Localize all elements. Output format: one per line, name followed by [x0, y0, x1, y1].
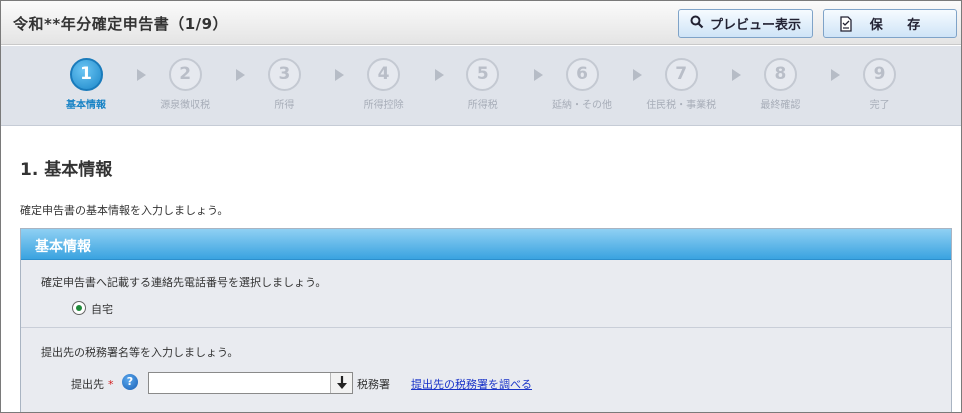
radio-home-phone[interactable]	[72, 301, 86, 315]
intro-text: 確定申告書の基本情報を入力しましょう。	[20, 204, 229, 217]
step-3[interactable]: 3 所得	[244, 58, 324, 111]
step-label: 最終確認	[760, 100, 801, 111]
step-6[interactable]: 6 延納・その他	[542, 58, 622, 111]
step-number: 8	[763, 58, 797, 91]
arrow-down-icon[interactable]	[330, 373, 352, 393]
step-8[interactable]: 8 最終確認	[740, 58, 820, 111]
app-window: 令和**年分確定申告書（1/9） プレビュー表示 保 存 1 基本情報 2 源泉徴収税…	[0, 0, 962, 413]
step-5[interactable]: 5 所得税	[443, 58, 523, 111]
tax-office-lookup-link[interactable]: 提出先の税務署を調べる	[411, 376, 532, 392]
step-9[interactable]: 9 完了	[840, 58, 920, 111]
step-label: 所得	[274, 100, 295, 111]
required-mark: *	[108, 378, 114, 391]
preview-button[interactable]: プレビュー表示	[678, 9, 813, 38]
step-label: 所得税	[467, 100, 498, 111]
step-number: 3	[267, 58, 301, 91]
step-label: 基本情報	[66, 100, 106, 111]
tax-office-label: 提出先 *	[71, 376, 114, 392]
step-number: 1	[69, 58, 103, 91]
step-2[interactable]: 2 源泉徴収税	[145, 58, 225, 111]
save-button-label: 保 存	[869, 18, 931, 33]
preview-button-label: プレビュー表示	[709, 18, 801, 33]
step-progress-bar: 1 基本情報 2 源泉徴収税 3 所得 4 所得控除 5 所得税 6 延納・その他 7 住民税・事業税 8 最…	[1, 46, 961, 126]
step-label: 住民税・事業税	[646, 100, 717, 111]
basic-info-panel: 基本情報 確定申告書へ記載する連絡先電話番号を選択しましょう。 自宅 提出先の税…	[20, 228, 952, 412]
radio-home-phone-label[interactable]: 自宅	[91, 301, 113, 317]
header-bar: 令和**年分確定申告書（1/9） プレビュー表示 保 存	[1, 1, 961, 45]
tax-office-label-text: 提出先	[71, 378, 104, 391]
step-number: 2	[168, 58, 202, 91]
save-button[interactable]: 保 存	[823, 9, 957, 38]
step-number: 6	[565, 58, 599, 91]
step-number: 4	[367, 58, 401, 91]
page-title: 1. 基本情報	[20, 160, 113, 180]
step-1[interactable]: 1 基本情報	[46, 58, 126, 111]
step-label: 所得控除	[363, 100, 404, 111]
step-number: 5	[466, 58, 500, 91]
help-icon[interactable]: ?	[122, 374, 138, 390]
step-number: 9	[863, 58, 897, 91]
step-number: 7	[664, 58, 698, 91]
phone-section: 確定申告書へ記載する連絡先電話番号を選択しましょう。 自宅	[21, 260, 951, 328]
step-label: 延納・その他	[552, 100, 612, 111]
panel-heading: 基本情報	[21, 229, 951, 260]
step-label: 完了	[869, 100, 890, 111]
step-4[interactable]: 4 所得控除	[344, 58, 424, 111]
phone-question: 確定申告書へ記載する連絡先電話番号を選択しましょう。	[41, 276, 327, 289]
tax-office-select[interactable]	[148, 372, 353, 394]
step-label: 源泉徴収税	[160, 100, 211, 111]
page-header-title: 令和**年分確定申告書（1/9）	[13, 15, 229, 33]
save-document-icon	[838, 16, 854, 36]
step-7[interactable]: 7 住民税・事業税	[641, 58, 721, 111]
tax-office-unit: 税務署	[357, 378, 390, 391]
search-icon	[690, 15, 704, 33]
tax-office-section: 提出先の税務署名等を入力しましょう。 提出先 * ? 税務署 提出先の税務署を調べ…	[21, 329, 951, 409]
tax-office-question: 提出先の税務署名等を入力しましょう。	[41, 346, 239, 359]
